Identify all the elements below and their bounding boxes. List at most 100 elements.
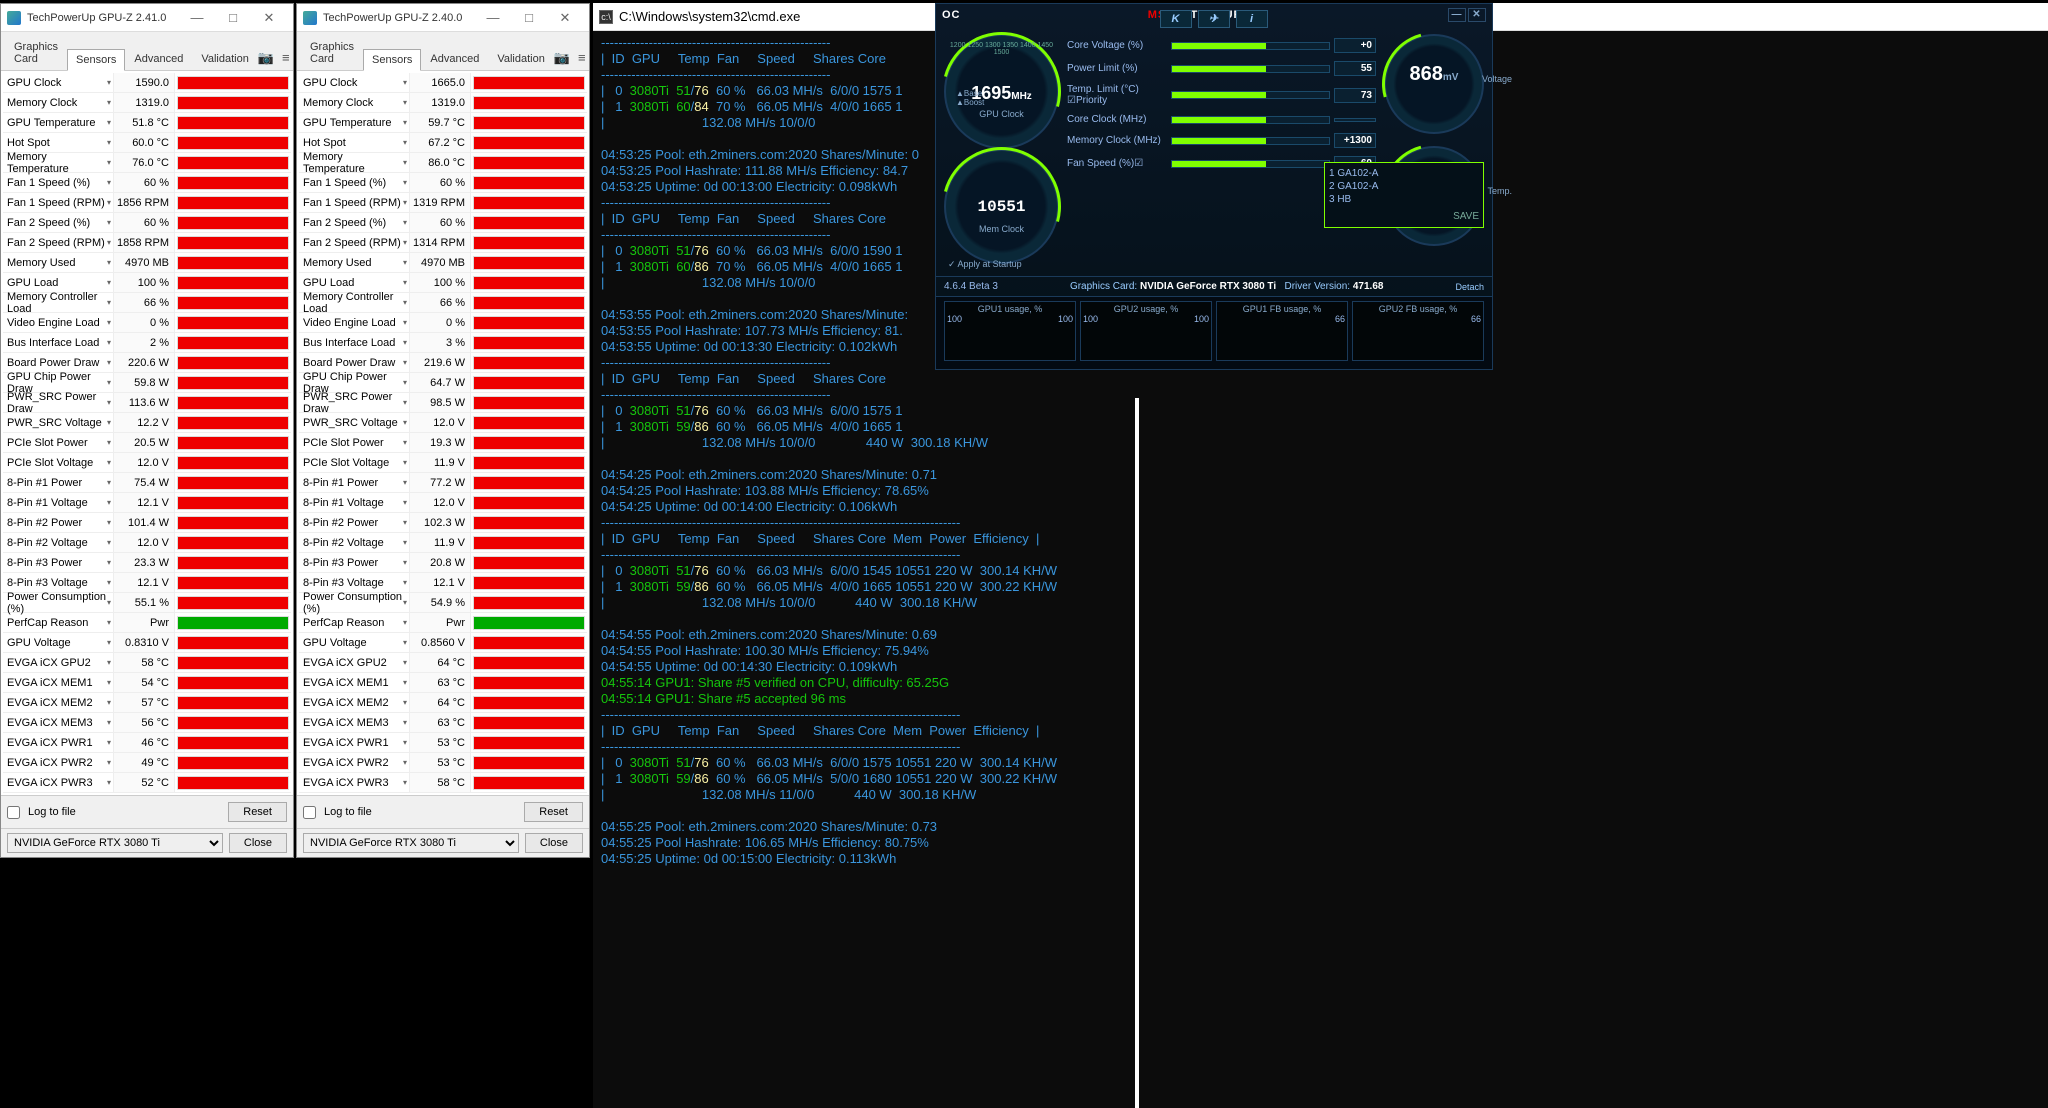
sensor-name[interactable]: 8-Pin #2 Power	[3, 517, 113, 529]
slider-track[interactable]	[1171, 160, 1330, 168]
sensor-row[interactable]: 8-Pin #3 Power23.3 W	[3, 553, 291, 573]
sensor-name[interactable]: GPU Clock	[299, 77, 409, 89]
list-item[interactable]: 2 GA102-A	[1329, 180, 1479, 193]
sensor-name[interactable]: Bus Interface Load	[3, 337, 113, 349]
sensor-row[interactable]: GPU Voltage0.8560 V	[299, 633, 587, 653]
sensor-row[interactable]: PerfCap ReasonPwr	[299, 613, 587, 633]
sensor-name[interactable]: Memory Used	[3, 257, 113, 269]
sensor-row[interactable]: EVGA iCX GPU258 °C	[3, 653, 291, 673]
sensor-row[interactable]: EVGA iCX MEM163 °C	[299, 673, 587, 693]
close-button-footer[interactable]: Close	[229, 833, 287, 853]
sensor-name[interactable]: Hot Spot	[299, 137, 409, 149]
sensor-row[interactable]: Memory Clock1319.0 MHz	[299, 93, 587, 113]
sensor-name[interactable]: Fan 2 Speed (RPM)	[3, 237, 113, 249]
slider-track[interactable]	[1171, 91, 1330, 99]
card-select[interactable]: NVIDIA GeForce RTX 3080 Ti	[7, 833, 223, 853]
sensor-row[interactable]: PCIe Slot Voltage12.0 V	[3, 453, 291, 473]
sensor-row[interactable]: EVGA iCX PWR153 °C	[299, 733, 587, 753]
maximize-button[interactable]: □	[511, 6, 547, 30]
sensor-row[interactable]: Fan 1 Speed (RPM)1319 RPM	[299, 193, 587, 213]
sensor-row[interactable]: 8-Pin #1 Power75.4 W	[3, 473, 291, 493]
sensor-row[interactable]: 8-Pin #2 Power102.3 W	[299, 513, 587, 533]
sensor-name[interactable]: EVGA iCX GPU2	[299, 657, 409, 669]
tab-sensors[interactable]: Sensors	[363, 49, 421, 71]
tab-sensors[interactable]: Sensors	[67, 49, 125, 71]
sensor-row[interactable]: PCIe Slot Voltage11.9 V	[299, 453, 587, 473]
sensor-name[interactable]: EVGA iCX MEM2	[3, 697, 113, 709]
sensor-name[interactable]: Fan 2 Speed (RPM)	[299, 237, 409, 249]
sensor-name[interactable]: 8-Pin #3 Power	[299, 557, 409, 569]
minimize-button[interactable]: —	[1448, 8, 1466, 22]
camera-icon[interactable]: 📷	[554, 50, 570, 66]
sensor-name[interactable]: PWR_SRC Power Draw	[299, 391, 409, 415]
sensor-row[interactable]: PWR_SRC Power Draw113.6 W	[3, 393, 291, 413]
tab-advanced[interactable]: Advanced	[125, 48, 192, 70]
monitor-graph[interactable]: GPU1 FB usage, %66	[1216, 301, 1348, 361]
sensor-row[interactable]: 8-Pin #1 Voltage12.0 V	[299, 493, 587, 513]
save-button[interactable]: SAVE	[1329, 210, 1479, 223]
sensor-name[interactable]: Memory Controller Load	[3, 291, 113, 315]
sensor-name[interactable]: Hot Spot	[3, 137, 113, 149]
sensor-name[interactable]: 8-Pin #3 Voltage	[299, 577, 409, 589]
sensor-row[interactable]: GPU Temperature51.8 °C	[3, 113, 291, 133]
titlebar[interactable]: TechPowerUp GPU-Z 2.40.0 — □ ✕	[297, 4, 589, 32]
sensor-row[interactable]: EVGA iCX PWR249 °C	[3, 753, 291, 773]
sensor-name[interactable]: PCIe Slot Power	[3, 437, 113, 449]
sensor-name[interactable]: EVGA iCX MEM1	[299, 677, 409, 689]
sensor-row[interactable]: Video Engine Load0 %	[299, 313, 587, 333]
close-button[interactable]: ✕	[547, 6, 583, 30]
sensor-row[interactable]: 8-Pin #3 Power20.8 W	[299, 553, 587, 573]
log-checkbox[interactable]	[7, 806, 20, 819]
sensor-name[interactable]: PCIe Slot Power	[299, 437, 409, 449]
apply-startup[interactable]: ✓ Apply at Startup	[948, 259, 1022, 270]
sensor-name[interactable]: PWR_SRC Power Draw	[3, 391, 113, 415]
sensor-row[interactable]: 8-Pin #2 Voltage11.9 V	[299, 533, 587, 553]
sensor-row[interactable]: 8-Pin #2 Power101.4 W	[3, 513, 291, 533]
sensor-name[interactable]: 8-Pin #1 Voltage	[299, 497, 409, 509]
detach-button[interactable]: Detach	[1455, 282, 1484, 292]
sensor-name[interactable]: Bus Interface Load	[299, 337, 409, 349]
sensor-name[interactable]: Fan 2 Speed (%)	[3, 217, 113, 229]
sensor-row[interactable]: EVGA iCX MEM264 °C	[299, 693, 587, 713]
sensor-name[interactable]: Memory Temperature	[299, 151, 409, 175]
sensor-name[interactable]: EVGA iCX PWR2	[3, 757, 113, 769]
sensor-row[interactable]: Fan 1 Speed (%)60 %	[3, 173, 291, 193]
tab-validation[interactable]: Validation	[192, 48, 258, 70]
sensor-name[interactable]: PWR_SRC Voltage	[299, 417, 409, 429]
sensor-row[interactable]: EVGA iCX MEM356 °C	[3, 713, 291, 733]
sensor-name[interactable]: Power Consumption (%)	[3, 591, 113, 615]
sensor-row[interactable]: 8-Pin #1 Voltage12.1 V	[3, 493, 291, 513]
sensor-row[interactable]: EVGA iCX PWR253 °C	[299, 753, 587, 773]
sensor-name[interactable]: 8-Pin #2 Voltage	[3, 537, 113, 549]
sensor-name[interactable]: Memory Clock	[299, 97, 409, 109]
slider-track[interactable]	[1171, 42, 1330, 50]
slider-track[interactable]	[1171, 137, 1330, 145]
sensor-row[interactable]: EVGA iCX MEM257 °C	[3, 693, 291, 713]
sensor-name[interactable]: GPU Load	[3, 277, 113, 289]
sensor-name[interactable]: EVGA iCX PWR3	[299, 777, 409, 789]
sensor-name[interactable]: Board Power Draw	[299, 357, 409, 369]
tab-graphics-card[interactable]: Graphics Card	[5, 36, 67, 70]
list-item[interactable]: 3 HB	[1329, 193, 1479, 206]
sensor-name[interactable]: PWR_SRC Voltage	[3, 417, 113, 429]
sensor-row[interactable]: Memory Used4970 MB	[3, 253, 291, 273]
sensor-row[interactable]: PCIe Slot Power20.5 W	[3, 433, 291, 453]
sensor-name[interactable]: EVGA iCX GPU2	[3, 657, 113, 669]
sensor-name[interactable]: GPU Temperature	[3, 117, 113, 129]
gpu-list[interactable]: 1 GA102-A 2 GA102-A 3 HB SAVE	[1324, 162, 1484, 228]
sensor-row[interactable]: EVGA iCX MEM363 °C	[299, 713, 587, 733]
sensor-name[interactable]: 8-Pin #1 Power	[3, 477, 113, 489]
slider-track[interactable]	[1171, 116, 1330, 124]
sensor-name[interactable]: Memory Temperature	[3, 151, 113, 175]
log-checkbox[interactable]	[303, 806, 316, 819]
sensor-name[interactable]: 8-Pin #2 Voltage	[299, 537, 409, 549]
sensor-name[interactable]: PerfCap Reason	[299, 617, 409, 629]
sensor-name[interactable]: PCIe Slot Voltage	[3, 457, 113, 469]
sensor-name[interactable]: Memory Clock	[3, 97, 113, 109]
sensor-row[interactable]: EVGA iCX PWR352 °C	[3, 773, 291, 793]
sensor-name[interactable]: 8-Pin #1 Power	[299, 477, 409, 489]
sensor-name[interactable]: EVGA iCX PWR3	[3, 777, 113, 789]
sensor-name[interactable]: Fan 1 Speed (%)	[299, 177, 409, 189]
tab-graphics-card[interactable]: Graphics Card	[301, 36, 363, 70]
sensor-row[interactable]: Fan 1 Speed (RPM)1856 RPM	[3, 193, 291, 213]
